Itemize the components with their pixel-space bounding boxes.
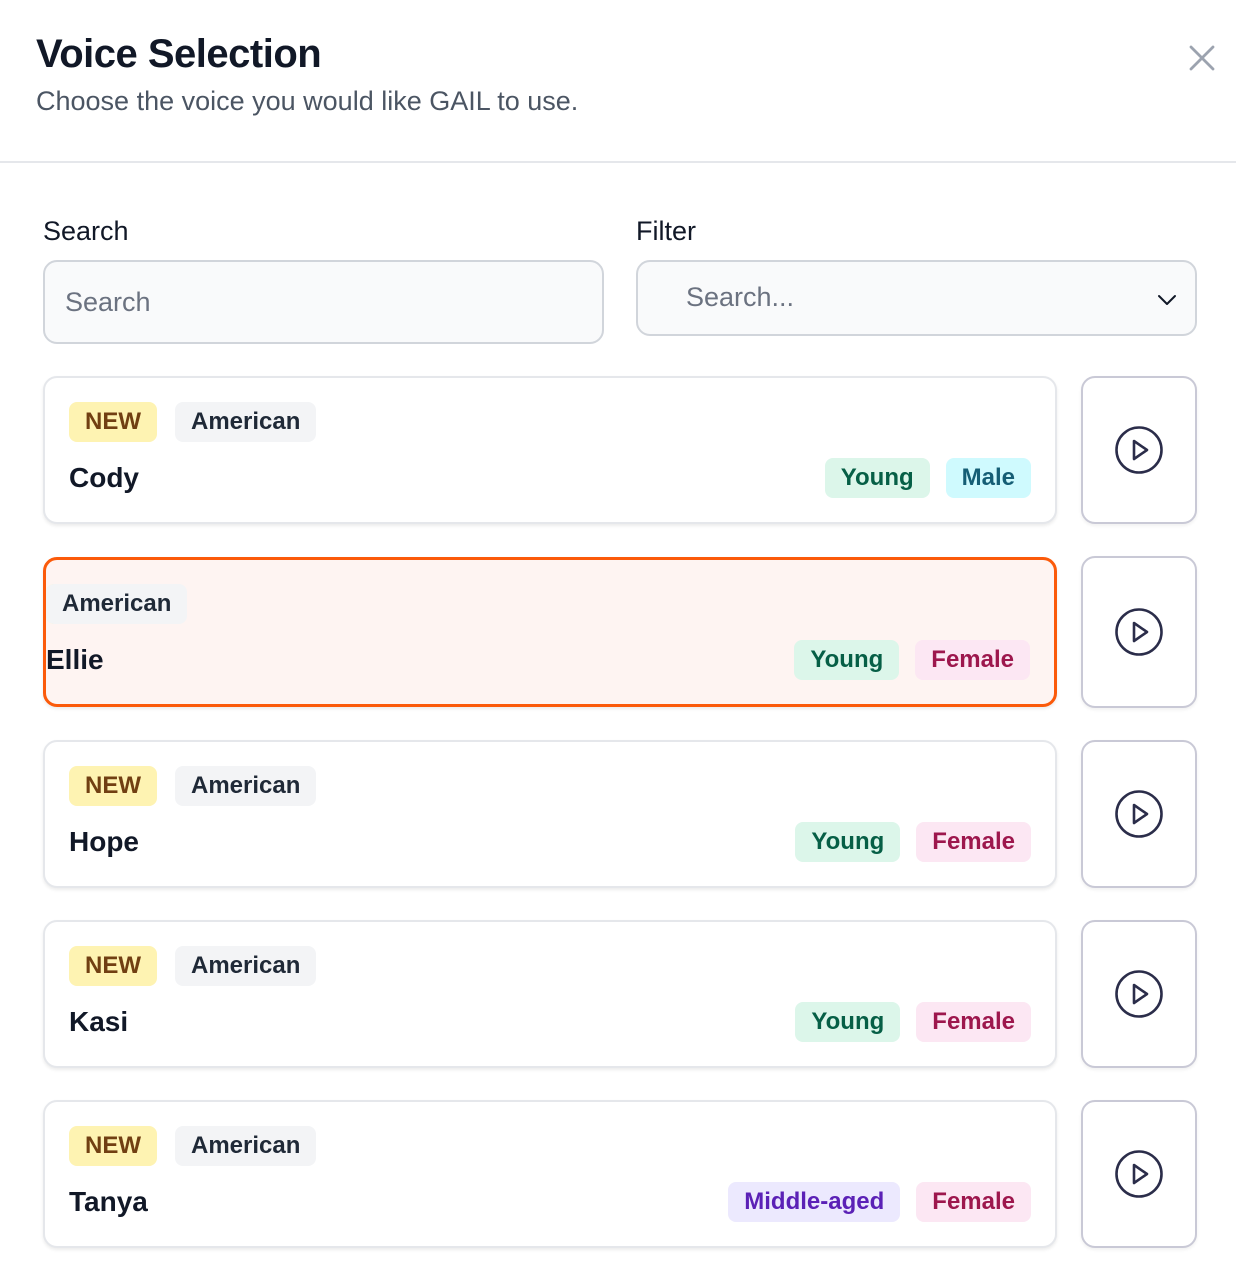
voice-name: Hope — [69, 826, 139, 857]
voice-tags: Young Female — [795, 822, 1031, 862]
voice-name: Tanya — [69, 1186, 148, 1217]
gender-tag: Female — [916, 822, 1031, 862]
play-circle-icon — [1115, 608, 1163, 656]
voice-name: Cody — [69, 462, 139, 493]
gender-tag: Female — [916, 1182, 1031, 1222]
dialog-subtitle: Choose the voice you would like GAIL to … — [36, 86, 579, 116]
accent-badge: American — [175, 946, 317, 986]
accent-badge: American — [175, 402, 317, 442]
dialog-header: Voice Selection Choose the voice you wou… — [0, 0, 1236, 163]
dialog-title: Voice Selection — [36, 32, 322, 76]
voice-card-hope[interactable]: NEW American Hope Young Female — [43, 740, 1057, 888]
gender-tag: Male — [945, 458, 1031, 498]
accent-badge: American — [46, 584, 188, 624]
new-badge: NEW — [69, 946, 157, 986]
search-input[interactable] — [43, 260, 604, 344]
filter-label: Filter — [636, 216, 696, 246]
gender-tag: Female — [915, 640, 1030, 680]
play-button-hope[interactable] — [1081, 740, 1197, 888]
new-badge: NEW — [69, 766, 157, 806]
play-circle-icon — [1115, 790, 1163, 838]
voice-tags: Young Female — [794, 640, 1030, 680]
play-circle-icon — [1115, 970, 1163, 1018]
close-icon — [1189, 45, 1215, 71]
play-button-cody[interactable] — [1081, 376, 1197, 524]
play-button-ellie[interactable] — [1081, 556, 1197, 708]
accent-badge: American — [175, 1126, 317, 1166]
age-tag: Young — [794, 640, 900, 680]
play-circle-icon — [1115, 426, 1163, 474]
voice-card-kasi[interactable]: NEW American Kasi Young Female — [43, 920, 1057, 1068]
voice-name: Kasi — [69, 1006, 129, 1037]
play-button-kasi[interactable] — [1081, 920, 1197, 1068]
accent-badge: American — [175, 766, 317, 806]
chevron-down-icon — [1158, 295, 1176, 305]
new-badge: NEW — [69, 1126, 157, 1166]
play-button-tanya[interactable] — [1081, 1100, 1197, 1248]
voice-tags: Young Male — [824, 458, 1031, 498]
voice-card-cody[interactable]: NEW American Cody Young Male — [43, 376, 1057, 524]
filter-select[interactable]: Search... — [636, 260, 1197, 336]
voice-name: Ellie — [46, 644, 104, 675]
filter-placeholder: Search... — [686, 282, 795, 312]
age-tag: Young — [824, 458, 930, 498]
voice-tags: Middle-aged Female — [728, 1182, 1031, 1222]
search-label: Search — [43, 216, 129, 246]
play-circle-icon — [1115, 1150, 1163, 1198]
voice-tags: Young Female — [795, 1002, 1031, 1042]
voice-card-tanya[interactable]: NEW American Tanya Middle-aged Female — [43, 1100, 1057, 1248]
age-tag: Middle-aged — [728, 1182, 901, 1222]
voice-card-ellie[interactable]: NEWAmericanEllieYoungFemale — [43, 557, 1057, 707]
age-tag: Young — [795, 822, 901, 862]
new-badge: NEW — [69, 402, 157, 442]
gender-tag: Female — [916, 1002, 1031, 1042]
age-tag: Young — [795, 1002, 901, 1042]
close-button[interactable] — [1182, 38, 1222, 78]
